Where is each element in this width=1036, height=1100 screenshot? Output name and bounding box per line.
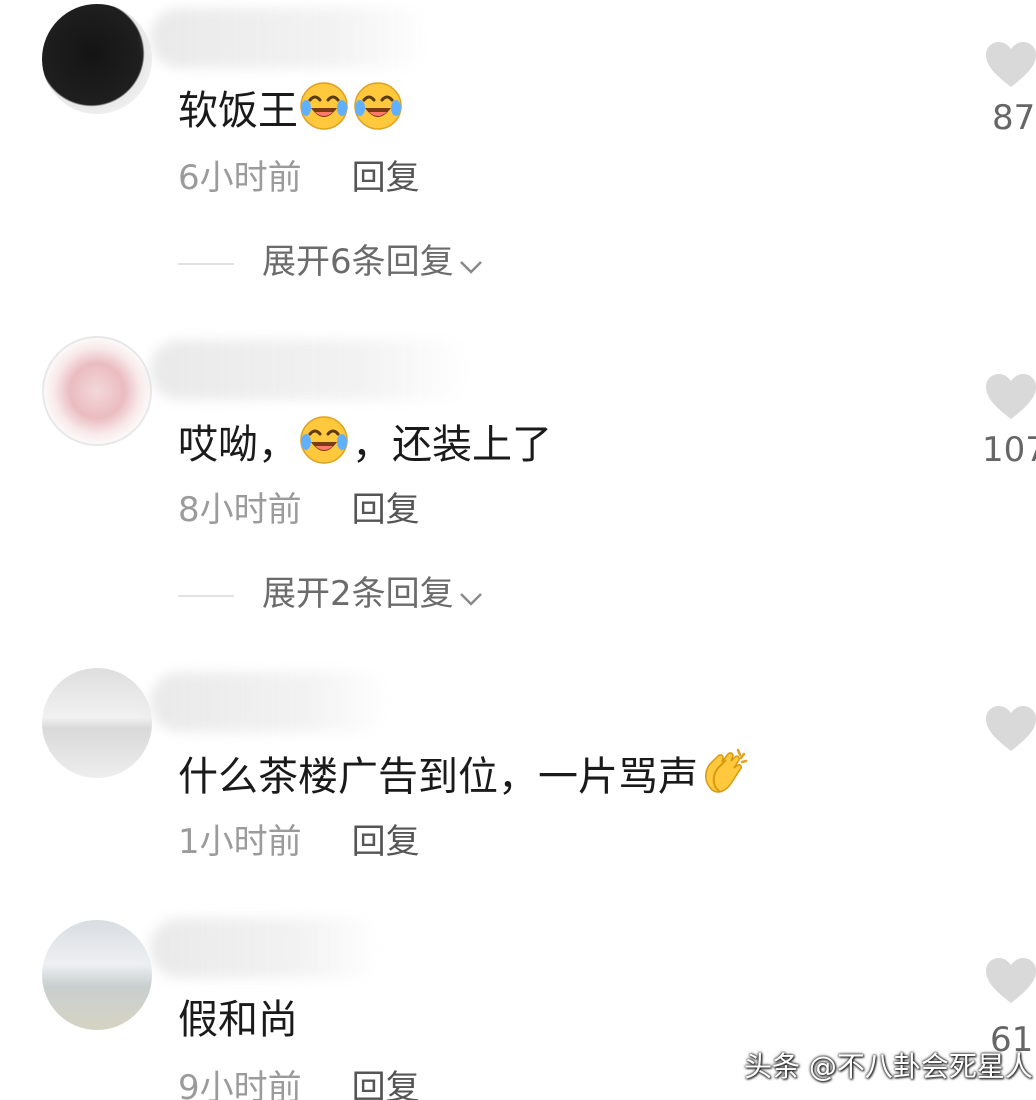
watermark: 头条 @不八卦会死星人: [744, 1050, 1033, 1083]
heart-icon[interactable]: [984, 956, 1036, 1006]
comment-time: 8小时前: [178, 490, 302, 530]
reply-button[interactable]: 回复: [352, 158, 420, 198]
avatar[interactable]: [42, 4, 152, 114]
username-blurred[interactable]: [150, 918, 380, 978]
heart-icon[interactable]: [984, 372, 1036, 422]
comment-meta: 8小时前 回复: [178, 490, 420, 530]
comment-list: 软饭王 6小时前 回复 展开6条回复 87 哎呦， ，还装上了 8小时前 回复 …: [0, 0, 1036, 1100]
like-button[interactable]: 107: [982, 372, 1036, 470]
like-count: 87: [992, 98, 1036, 138]
comment-text-before: 哎呦，: [178, 422, 298, 468]
clapping-hands-icon: [705, 748, 748, 793]
like-button[interactable]: [984, 704, 1036, 754]
expand-replies-label: 展开6条回复: [262, 242, 454, 282]
username-blurred[interactable]: [150, 8, 430, 68]
heart-icon[interactable]: [984, 40, 1036, 90]
avatar[interactable]: [42, 336, 152, 446]
divider: [178, 594, 234, 597]
reply-button[interactable]: 回复: [352, 822, 420, 862]
username-blurred[interactable]: [150, 340, 470, 400]
reply-button[interactable]: 回复: [352, 490, 420, 530]
username-blurred[interactable]: [150, 672, 390, 732]
comment-time: 1小时前: [178, 822, 302, 862]
avatar[interactable]: [42, 920, 152, 1030]
expand-replies-button[interactable]: 展开2条回复: [178, 574, 484, 614]
comment-text-body: 什么茶楼广告到位，一片骂声: [178, 754, 698, 800]
reply-button[interactable]: 回复: [352, 1068, 420, 1100]
comment-meta: 6小时前 回复: [178, 158, 420, 198]
avatar[interactable]: [42, 668, 152, 778]
expand-replies-button[interactable]: 展开6条回复: [178, 242, 484, 282]
comment-text-body: 假和尚: [178, 997, 298, 1043]
expand-replies-label: 展开2条回复: [262, 574, 454, 614]
laughing-tears-face-icon: [300, 82, 348, 130]
chevron-down-icon: [459, 261, 482, 274]
like-button[interactable]: 87: [984, 40, 1036, 138]
divider: [178, 262, 234, 265]
chevron-down-icon: [459, 593, 482, 606]
comment-text-body: 软饭王: [178, 88, 298, 134]
comment-meta: 9小时前 回复: [178, 1068, 420, 1100]
comment-time: 6小时前: [178, 158, 302, 198]
comment-text: 哎呦， ，还装上了: [178, 414, 552, 469]
comment-time: 9小时前: [178, 1068, 302, 1100]
laughing-tears-face-icon: [354, 82, 402, 130]
like-count: 107: [982, 430, 1036, 470]
comment-text: 什么茶楼广告到位，一片骂声: [178, 746, 752, 801]
heart-icon[interactable]: [984, 704, 1036, 754]
laughing-tears-face-icon: [300, 416, 348, 464]
comment-text: 软饭王: [178, 80, 406, 135]
comment-text-after: ，还装上了: [352, 422, 552, 468]
comment-text: 假和尚: [178, 996, 298, 1044]
comment-meta: 1小时前 回复: [178, 822, 420, 862]
